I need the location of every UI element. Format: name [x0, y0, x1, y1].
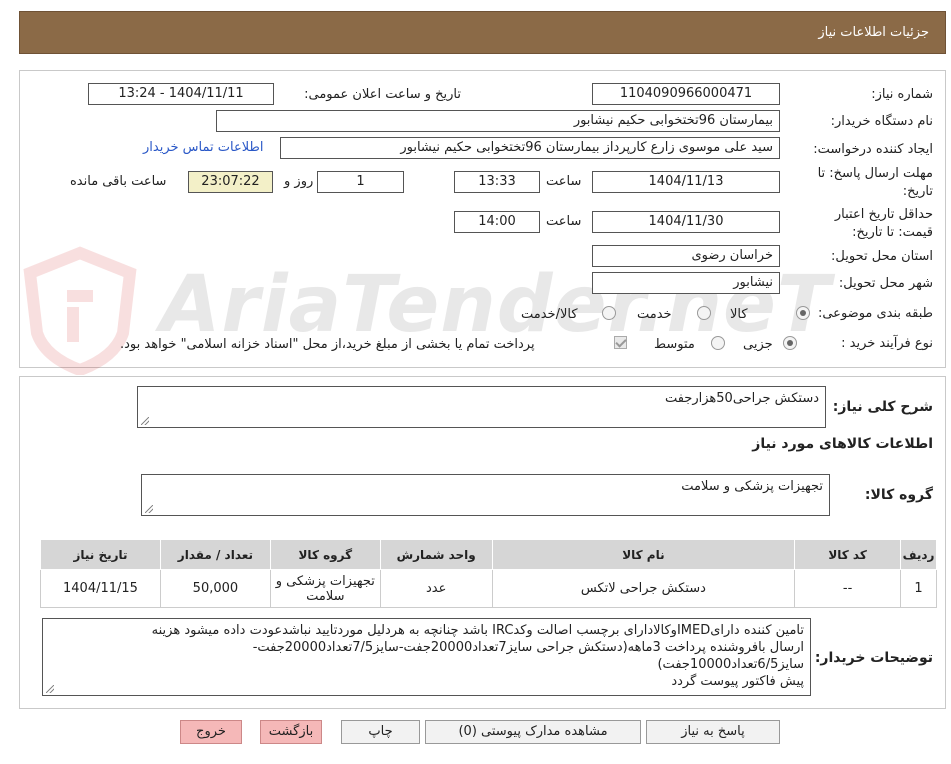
- resize-grip-icon[interactable]: [46, 685, 54, 693]
- cell-group: تجهیزات پزشکی و سلامت: [269, 569, 381, 608]
- days-label: روز و: [284, 174, 314, 189]
- cell-quantity: 50,000: [159, 569, 271, 608]
- buyer-notes-line: تامین کننده دارایIMEDوکالادارای برچسب اص…: [151, 623, 804, 638]
- category-radio-service[interactable]: [697, 306, 711, 320]
- reply-deadline-label-2: تاریخ:: [902, 184, 933, 199]
- reply-time-field[interactable]: 13:33: [454, 171, 540, 193]
- process-radio-minor[interactable]: [783, 336, 797, 350]
- buyer-notes-textarea[interactable]: تامین کننده دارایIMEDوکالادارای برچسب اص…: [42, 618, 811, 696]
- province-label: استان محل تحویل:: [831, 249, 933, 264]
- col-header-quantity: تعداد / مقدار: [159, 539, 271, 570]
- process-radio-medium[interactable]: [711, 336, 725, 350]
- need-number-label: شماره نیاز:: [871, 87, 933, 102]
- process-type-label: نوع فرآیند خرید :: [841, 336, 933, 351]
- cell-name: دستکش جراحی لاتکس: [491, 569, 796, 608]
- buyer-org-label: نام دستگاه خریدار:: [830, 114, 933, 129]
- validity-date-field[interactable]: 1404/11/30: [592, 211, 780, 233]
- process-option-medium: متوسط: [654, 337, 695, 352]
- buyer-contact-link[interactable]: اطلاعات تماس خریدار: [143, 140, 263, 155]
- validity-time-label: ساعت: [546, 214, 582, 229]
- buyer-notes-line: سایز6/5تعداد10000جفت): [657, 657, 804, 672]
- buyer-notes-line: پیش فاکتور پیوست گردد: [671, 674, 804, 689]
- cell-unit: عدد: [379, 569, 493, 608]
- resize-grip-icon[interactable]: [145, 505, 153, 513]
- page-title: جزئیات اطلاعات نیاز: [818, 25, 929, 40]
- buyer-org-field[interactable]: بیمارستان 96تختخوابی حکیم نیشابور: [216, 110, 780, 132]
- validity-time-field[interactable]: 14:00: [454, 211, 540, 233]
- table-header-row: ردیف کد کالا نام کالا واحد شمارش گروه کا…: [40, 539, 937, 570]
- need-number-field[interactable]: 1104090966000471: [592, 83, 780, 105]
- view-attachments-button[interactable]: مشاهده مدارک پیوستی (0): [425, 720, 641, 744]
- treasury-payment-note: پرداخت تمام یا بخشی از مبلغ خرید،از محل …: [120, 337, 535, 352]
- items-table: ردیف کد کالا نام کالا واحد شمارش گروه کا…: [40, 539, 937, 608]
- price-validity-label-2: قیمت: تا تاریخ:: [852, 225, 933, 240]
- col-header-code: کد کالا: [794, 539, 902, 570]
- remaining-time-label: ساعت باقی مانده: [70, 174, 167, 189]
- print-button[interactable]: چاپ: [341, 720, 420, 744]
- price-validity-label: حداقل تاریخ اعتبار: [834, 207, 933, 222]
- announce-datetime-label: تاریخ و ساعت اعلان عمومی:: [304, 87, 461, 102]
- summary-label: شرح کلی نیاز:: [832, 399, 933, 415]
- reply-to-need-button[interactable]: پاسخ به نیاز: [646, 720, 780, 744]
- back-button[interactable]: بازگشت: [260, 720, 322, 744]
- cell-row-number: 1: [900, 569, 937, 608]
- goods-info-title: اطلاعات کالاهای مورد نیاز: [752, 436, 933, 452]
- buyer-notes-line: ارسال بافروشنده پرداخت 3ماهه(دستکش جراحی…: [252, 640, 804, 655]
- col-header-row-number: ردیف: [900, 539, 937, 570]
- days-remaining-field[interactable]: 1: [317, 171, 404, 193]
- category-label: طبقه بندی موضوعی:: [817, 306, 933, 321]
- announce-datetime-field[interactable]: 1404/11/11 - 13:24: [88, 83, 274, 105]
- reply-date-field[interactable]: 1404/11/13: [592, 171, 780, 193]
- col-header-date: تاریخ نیاز: [40, 539, 161, 570]
- remaining-time-field: 23:07:22: [188, 171, 273, 193]
- summary-text: دستکش جراحی50هزارجفت: [664, 391, 819, 406]
- city-field[interactable]: نیشابور: [592, 272, 780, 294]
- goods-group-label: گروه کالا:: [864, 487, 933, 503]
- exit-button[interactable]: خروج: [180, 720, 242, 744]
- category-radio-goods[interactable]: [796, 306, 810, 320]
- category-radio-goods-service[interactable]: [602, 306, 616, 320]
- creator-label: ایجاد کننده درخواست:: [813, 142, 933, 157]
- table-row[interactable]: 1 -- دستکش جراحی لاتکس عدد تجهیزات پزشکی…: [40, 569, 937, 608]
- page-header: جزئیات اطلاعات نیاز: [19, 11, 946, 54]
- treasury-payment-checkbox[interactable]: [614, 336, 627, 349]
- col-header-group: گروه کالا: [269, 539, 381, 570]
- creator-field[interactable]: سید علی موسوی زارع کارپرداز بیمارستان 96…: [280, 137, 780, 159]
- goods-group-text: تجهیزات پزشکی و سلامت: [681, 479, 823, 494]
- cell-date: 1404/11/15: [40, 569, 161, 608]
- cell-code: --: [794, 569, 902, 608]
- col-header-unit: واحد شمارش: [379, 539, 493, 570]
- resize-grip-icon[interactable]: [141, 417, 149, 425]
- category-option-service: خدمت: [637, 307, 672, 322]
- buyer-notes-label: توضیحات خریدار:: [814, 650, 933, 666]
- reply-deadline-label: مهلت ارسال پاسخ: تا: [817, 166, 933, 181]
- col-header-name: نام کالا: [491, 539, 796, 570]
- summary-textarea[interactable]: دستکش جراحی50هزارجفت: [137, 386, 826, 428]
- reply-time-label: ساعت: [546, 174, 582, 189]
- process-option-minor: جزیی: [743, 337, 773, 352]
- city-label: شهر محل تحویل:: [838, 276, 933, 291]
- province-field[interactable]: خراسان رضوی: [592, 245, 780, 267]
- goods-group-textarea[interactable]: تجهیزات پزشکی و سلامت: [141, 474, 830, 516]
- category-option-goods-service: کالا/خدمت: [521, 307, 578, 322]
- category-option-goods: کالا: [730, 307, 748, 322]
